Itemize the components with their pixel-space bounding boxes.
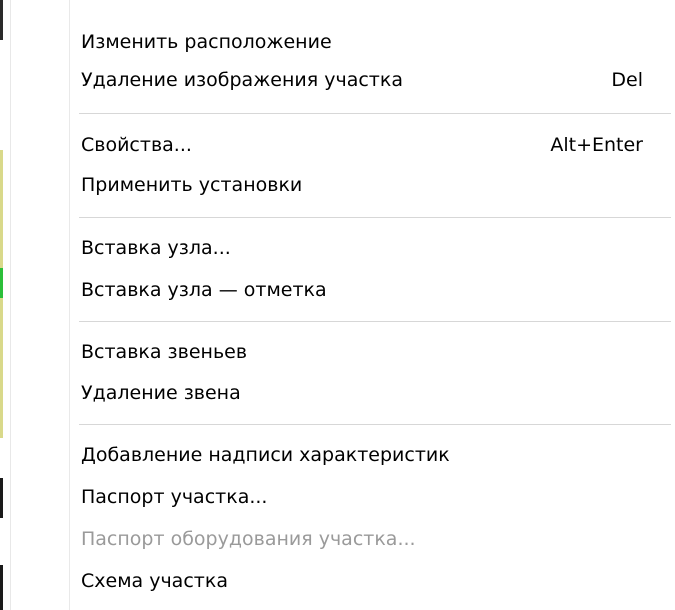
menu-item-insert-links[interactable]: Вставка звеньев	[81, 332, 661, 372]
menu-item-insert-node-mark[interactable]: Вставка узла — отметка	[81, 270, 661, 310]
menu-item-label: Изменить расположение	[81, 31, 332, 53]
menu-item-label: Добавление надписи характеристик	[81, 444, 450, 466]
icon-gutter-divider	[69, 0, 70, 610]
background-window-edge	[0, 268, 3, 298]
menu-item-section-passport[interactable]: Паспорт участка...	[81, 477, 661, 517]
background-window-edge	[0, 0, 3, 40]
menu-item-label: Удаление звена	[81, 382, 241, 404]
background-window-edge	[0, 478, 3, 518]
menu-item-delete-section-image[interactable]: Удаление изображения участка Del	[81, 60, 661, 100]
menu-item-section-equipment-passport: Паспорт оборудования участка...	[81, 519, 661, 559]
menu-item-apply-settings[interactable]: Применить установки	[81, 165, 661, 205]
menu-separator	[79, 217, 671, 218]
menu-item-add-characteristics-label[interactable]: Добавление надписи характеристик	[81, 435, 661, 475]
menu-item-properties[interactable]: Свойства... Alt+Enter	[81, 125, 661, 165]
menu-item-label: Удаление изображения участка	[81, 69, 403, 91]
menu-item-label: Применить установки	[81, 174, 303, 196]
menu-item-shortcut: Del	[611, 69, 643, 91]
menu-separator	[79, 113, 671, 114]
background-window-edge	[0, 150, 3, 270]
menu-item-insert-node[interactable]: Вставка узла...	[81, 228, 661, 268]
background-window-edge	[0, 298, 3, 438]
menu-item-label: Вставка узла...	[81, 237, 231, 259]
menu-item-shortcut: Alt+Enter	[550, 134, 643, 156]
menu-item-label: Схема участка	[81, 570, 228, 592]
menu-item-section-scheme[interactable]: Схема участка	[81, 561, 661, 601]
menu-item-label: Свойства...	[81, 134, 192, 156]
menu-item-label: Вставка узла — отметка	[81, 279, 327, 301]
menu-item-label: Паспорт участка...	[81, 486, 268, 508]
context-menu: Изменить расположение Удаление изображен…	[10, 0, 675, 610]
background-window-edge	[0, 565, 3, 610]
menu-item-change-layout[interactable]: Изменить расположение	[81, 22, 661, 62]
menu-item-label: Вставка звеньев	[81, 341, 248, 363]
menu-separator	[79, 424, 671, 425]
menu-item-delete-link[interactable]: Удаление звена	[81, 373, 661, 413]
menu-item-label: Паспорт оборудования участка...	[81, 528, 416, 550]
context-menu-screenshot: Изменить расположение Удаление изображен…	[0, 0, 675, 610]
menu-separator	[79, 321, 671, 322]
